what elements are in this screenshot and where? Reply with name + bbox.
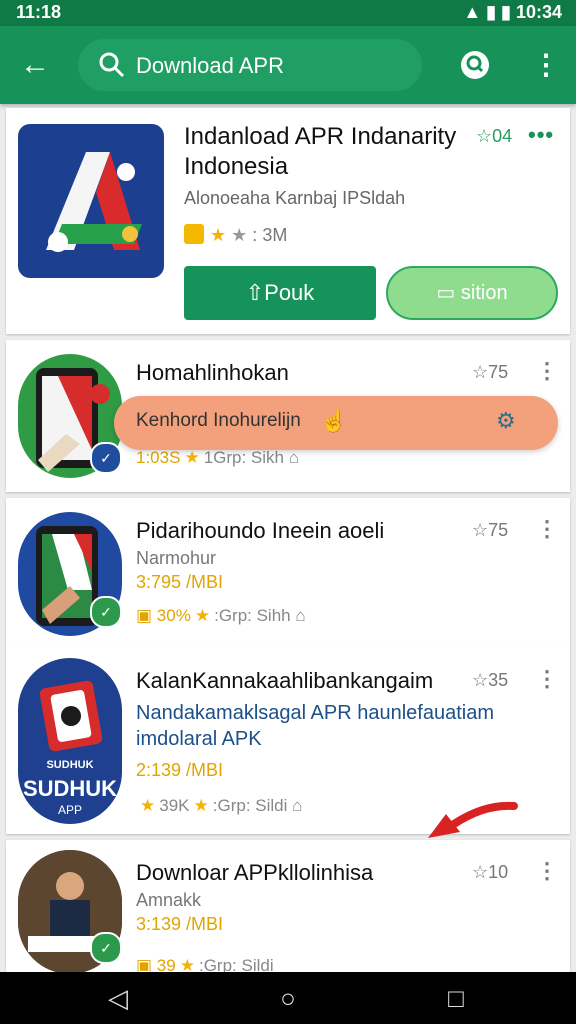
status-bar: 11:18 ▲ ▮ ▮ 10:34 xyxy=(0,0,576,26)
status-time-left: 11:18 xyxy=(16,2,62,22)
more-icon[interactable]: ⋮ xyxy=(536,516,558,542)
app-rating: ☆75 xyxy=(472,520,509,540)
verified-badge-icon: ✓ xyxy=(90,442,122,474)
star-outline-icon: ★ xyxy=(231,225,248,245)
verified-badge-icon: ✓ xyxy=(90,932,122,964)
app-size: 3:139 /MBI xyxy=(136,914,224,934)
svg-text:APP: APP xyxy=(58,803,82,817)
app-size: 2:139 /MBI xyxy=(136,760,224,780)
voice-search-icon[interactable] xyxy=(458,48,492,82)
star-icon: ★ xyxy=(140,796,156,815)
app-meta: ★ 39K ★:Grp: Sildi ⌂ xyxy=(140,796,303,815)
install-button[interactable]: ⇧Pouk xyxy=(184,266,376,320)
red-arrow-annotation xyxy=(428,801,518,838)
search-box[interactable] xyxy=(78,39,422,91)
more-options-icon[interactable]: ⋮ xyxy=(532,48,560,82)
toast-action-icon[interactable]: ⚙ xyxy=(496,408,516,434)
hand-pointer-icon: ☝ xyxy=(320,408,348,433)
back-arrow-icon[interactable]: ← xyxy=(18,48,52,82)
more-icon[interactable]: ⋮ xyxy=(536,666,558,692)
app-title: Downloar APPkllolinhisa xyxy=(136,860,374,885)
status-right: ▲ ▮ ▮ 10:34 xyxy=(463,2,562,22)
featured-more-icon[interactable]: ••• xyxy=(528,122,554,148)
app-title: KalanKannakaahlibankangaim xyxy=(136,668,434,693)
star-icon: ★ xyxy=(184,448,200,467)
star-icon: ★ xyxy=(210,225,227,245)
gift-icon: ⌂ xyxy=(295,606,306,625)
app-developer: Narmohur xyxy=(136,548,217,568)
app-description: Nandakamaklsagal APR haunlefauatiam imdo… xyxy=(136,702,494,750)
app-meta: ▣ 30% ★:Grp: Sihh ⌂ xyxy=(136,606,306,625)
home-nav-icon[interactable]: ○ xyxy=(270,982,306,1014)
app-icon: SUDHUK SUDHUK APP xyxy=(18,658,122,824)
app-title: Homahlinhokan xyxy=(136,360,289,385)
featured-developer: Alonoeaha Karnbaj IPSldah xyxy=(184,188,406,208)
featured-app-logo xyxy=(18,124,164,278)
featured-rating: ☆04 xyxy=(476,126,513,146)
app-meta: 1:03S ★ 1Grp: Sikh ⌂ xyxy=(136,448,300,467)
list-item[interactable]: ✓ Pidarihoundo Ineein aoeli Narmohur 3:7… xyxy=(6,498,570,650)
app-bar: ← ⋮ xyxy=(0,26,576,104)
featured-meta: ★ ★ : 3M xyxy=(184,224,287,246)
toast-banner[interactable]: Kenhord Inohurelijn ☝ ⚙ xyxy=(114,396,558,450)
more-icon[interactable]: ⋮ xyxy=(536,358,558,384)
option-button[interactable]: ▭ sition xyxy=(386,266,558,320)
system-nav-bar: ◁ ○ □ xyxy=(0,972,576,1024)
list-item[interactable]: ✓ Downloar APPkllolinhisa Amnakk 3:139 /… xyxy=(6,840,570,975)
svg-text:SUDHUK: SUDHUK xyxy=(46,759,93,771)
status-time-right: 10:34 xyxy=(515,2,562,22)
app-developer: Amnakk xyxy=(136,890,202,910)
star-icon: ★ xyxy=(193,796,209,815)
app-size: 3:795 /MBI xyxy=(136,572,224,592)
back-nav-icon[interactable]: ◁ xyxy=(100,982,136,1014)
tag-icon xyxy=(184,224,204,244)
featured-app-card[interactable]: Indanload APR Indanarity Indonesia ☆04 •… xyxy=(6,108,570,334)
app-rating: ☆75 xyxy=(472,362,509,382)
verified-badge-icon: ✓ xyxy=(90,596,122,628)
featured-app-title: Indanload APR Indanarity Indonesia xyxy=(184,123,457,180)
toast-text: Kenhord Inohurelijn xyxy=(136,410,301,431)
search-input[interactable] xyxy=(134,49,408,83)
svg-text:SUDHUK: SUDHUK xyxy=(23,776,117,801)
gift-icon: ⌂ xyxy=(292,796,303,815)
app-rating: ☆10 xyxy=(472,862,509,882)
recents-nav-icon[interactable]: □ xyxy=(438,982,474,1014)
search-icon xyxy=(99,52,125,78)
more-icon[interactable]: ⋮ xyxy=(536,858,558,884)
star-icon: ★ xyxy=(194,606,211,625)
app-title: Pidarihoundo Ineein aoeli xyxy=(136,518,385,543)
app-rating: ☆35 xyxy=(472,670,509,690)
gift-icon: ⌂ xyxy=(288,448,300,467)
